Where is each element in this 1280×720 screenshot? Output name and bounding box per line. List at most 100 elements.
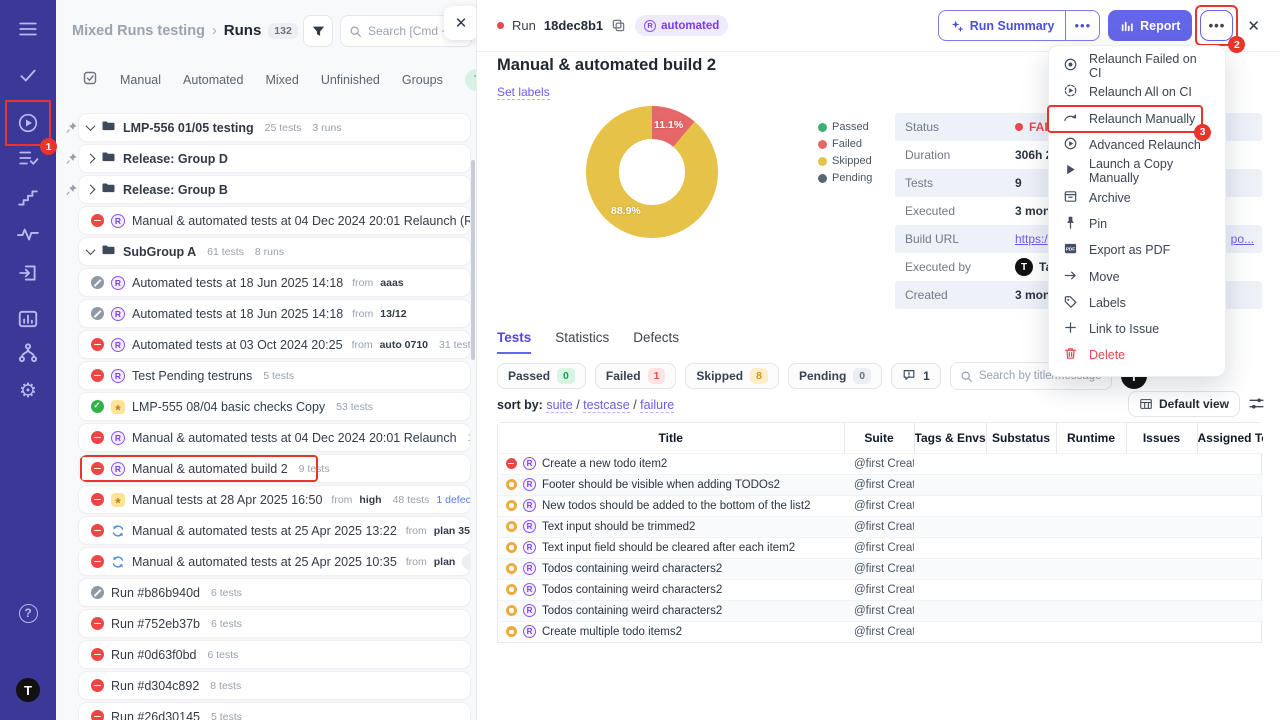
run-row[interactable]: Run #752eb37b6 tests	[79, 610, 470, 637]
sign-in-icon[interactable]	[16, 261, 40, 285]
report-button[interactable]: Report	[1108, 10, 1192, 41]
tab-manual[interactable]: Manual	[120, 73, 161, 87]
branch-icon[interactable]	[16, 341, 40, 365]
filter-chip-skipped[interactable]: Skipped8	[685, 363, 779, 389]
chevron-down-icon[interactable]	[86, 121, 96, 131]
help-icon[interactable]: ?	[16, 601, 40, 625]
table-row[interactable]: RCreate multiple todo items2@first Creat…	[498, 621, 1263, 642]
select-all-icon[interactable]	[82, 70, 98, 91]
steps-icon[interactable]	[16, 186, 40, 210]
chevron-right-icon[interactable]	[86, 185, 96, 195]
column-header-suite[interactable]: Suite	[844, 423, 914, 453]
build-url-link-end[interactable]: po...	[1231, 232, 1254, 246]
column-header-tags-envs[interactable]: Tags & Envs	[914, 423, 986, 453]
sort-link-failure[interactable]: failure	[640, 398, 674, 413]
list-check-icon[interactable]	[16, 146, 40, 170]
avatar-icon[interactable]: T	[16, 678, 40, 702]
folders-icon[interactable]	[16, 640, 40, 664]
column-header-runtime[interactable]: Runtime	[1056, 423, 1126, 453]
tab-groups[interactable]: Groups	[402, 73, 443, 87]
run-row[interactable]: Run #26d301455 tests	[79, 703, 470, 720]
run-row[interactable]: *LMP-555 08/04 basic checks Copy53 tests	[79, 393, 470, 420]
default-view-button[interactable]: Default view	[1128, 391, 1240, 417]
menu-item-labels[interactable]: Labels	[1049, 290, 1225, 316]
filter-chip-failed[interactable]: Failed1	[595, 363, 677, 389]
tab-statistics[interactable]: Statistics	[555, 330, 609, 354]
scrollbar[interactable]	[471, 160, 475, 360]
filter-button[interactable]	[303, 15, 333, 47]
tab-tests[interactable]: Tests	[497, 330, 531, 354]
column-header-issues[interactable]: Issues	[1126, 423, 1197, 453]
run-row[interactable]: *Manual tests at 28 Apr 2025 16:50fromhi…	[79, 486, 470, 513]
column-header-substatus[interactable]: Substatus	[986, 423, 1056, 453]
defects-count[interactable]: 1 defects	[436, 494, 470, 506]
tab-mixed[interactable]: Mixed	[265, 73, 298, 87]
play-icon[interactable]	[16, 111, 40, 135]
table-row[interactable]: RCreate a new todo item2@first Create ..…	[498, 453, 1263, 474]
tab-unfinished[interactable]: Unfinished	[321, 73, 380, 87]
run-row[interactable]: Run #0d63f0bd6 tests	[79, 641, 470, 668]
table-row[interactable]: RTodos containing weird characters2@firs…	[498, 558, 1263, 579]
run-summary-button[interactable]: Run Summary •••	[938, 10, 1100, 41]
run-row[interactable]: RAutomated tests at 03 Oct 2024 20:25fro…	[79, 331, 470, 358]
table-row[interactable]: RTodos containing weird characters2@firs…	[498, 579, 1263, 600]
panel-close-button[interactable]: ✕	[444, 6, 477, 40]
sort-link-testcase[interactable]: testcase	[583, 398, 630, 413]
folder-row[interactable]: LMP-556 01/05 testing25 tests3 runs	[79, 114, 470, 141]
filter-chip-passed[interactable]: Passed0	[497, 363, 586, 389]
run-row[interactable]: RTest Pending testruns5 tests	[79, 362, 470, 389]
close-detail-button[interactable]: ✕	[1241, 13, 1266, 39]
menu-item-relaunch-all-on-ci[interactable]: Relaunch All on CI	[1049, 79, 1225, 105]
run-row[interactable]: RAutomated tests at 18 Jun 2025 14:18fro…	[79, 300, 470, 327]
menu-item-move[interactable]: Move	[1049, 263, 1225, 289]
check-icon[interactable]	[16, 63, 40, 87]
table-row[interactable]: RText input field should be cleared afte…	[498, 537, 1263, 558]
table-row[interactable]: RNew todos should be added to the bottom…	[498, 495, 1263, 516]
set-labels-link[interactable]: Set labels	[497, 85, 550, 100]
menu-item-archive[interactable]: Archive	[1049, 184, 1225, 210]
run-summary-more-button[interactable]: •••	[1065, 11, 1099, 40]
build-url-link[interactable]: https:/	[1015, 232, 1048, 246]
filter-chip-pending[interactable]: Pending0	[788, 363, 882, 389]
menu-item-launch-a-copy-manually[interactable]: Launch a Copy Manually	[1049, 158, 1225, 184]
view-settings-icon[interactable]	[1248, 395, 1266, 413]
menu-item-delete[interactable]: Delete	[1049, 342, 1225, 368]
pulse-icon[interactable]	[16, 222, 40, 246]
bar-chart-icon[interactable]	[16, 307, 40, 331]
run-row[interactable]: RManual & automated tests at 04 Dec 2024…	[79, 424, 470, 451]
folder-row[interactable]: Release: Group B	[79, 176, 470, 203]
folder-row[interactable]: SubGroup A61 tests8 runs	[79, 238, 470, 265]
menu-item-export-as-pdf[interactable]: PDFExport as PDF	[1049, 237, 1225, 263]
sort-link-suite[interactable]: suite	[546, 398, 572, 413]
column-header-title[interactable]: Title	[498, 423, 844, 453]
menu-item-pin[interactable]: Pin	[1049, 211, 1225, 237]
run-row[interactable]: Manual & automated tests at 25 Apr 2025 …	[79, 548, 470, 575]
menu-item-relaunch-failed-on-ci[interactable]: Relaunch Failed on CI	[1049, 53, 1225, 79]
run-row[interactable]: RManual & automated build 29 tests	[79, 455, 470, 482]
table-row[interactable]: RTodos containing weird characters2@firs…	[498, 600, 1263, 621]
run-row[interactable]: Run #d304c8928 tests	[79, 672, 470, 699]
menu-icon[interactable]	[16, 17, 40, 41]
run-row[interactable]: Run #b86b940d6 tests	[79, 579, 470, 606]
gear-icon[interactable]: ⚙	[16, 379, 40, 403]
run-row[interactable]: RManual & automated tests at 04 Dec 2024…	[79, 207, 470, 234]
comments-chip[interactable]: 1	[891, 363, 941, 389]
chevron-down-icon[interactable]	[86, 245, 96, 255]
folder-row[interactable]: Release: Group D	[79, 145, 470, 172]
empty-cell	[1056, 600, 1126, 621]
breadcrumb-section[interactable]: Runs	[224, 22, 262, 39]
tab-defects[interactable]: Defects	[633, 330, 679, 354]
run-actions-menu-button[interactable]: •••	[1200, 10, 1233, 41]
table-row[interactable]: RFooter should be visible when adding TO…	[498, 474, 1263, 495]
table-row[interactable]: RText input should be trimmed2@first Cre…	[498, 516, 1263, 537]
menu-item-link-to-issue[interactable]: Link to Issue	[1049, 316, 1225, 342]
tab-automated[interactable]: Automated	[183, 73, 243, 87]
menu-item-relaunch-manually[interactable]: Relaunch Manually3	[1049, 106, 1225, 132]
run-row[interactable]: RAutomated tests at 18 Jun 2025 14:18fro…	[79, 269, 470, 296]
column-header-assigned-to[interactable]: Assigned To	[1197, 423, 1263, 453]
run-row[interactable]: Manual & automated tests at 25 Apr 2025 …	[79, 517, 470, 544]
tab-today-chip[interactable]: To	[465, 69, 476, 91]
breadcrumb-project[interactable]: Mixed Runs testing	[72, 23, 205, 39]
chevron-right-icon[interactable]	[86, 154, 96, 164]
copy-icon[interactable]	[611, 18, 627, 34]
